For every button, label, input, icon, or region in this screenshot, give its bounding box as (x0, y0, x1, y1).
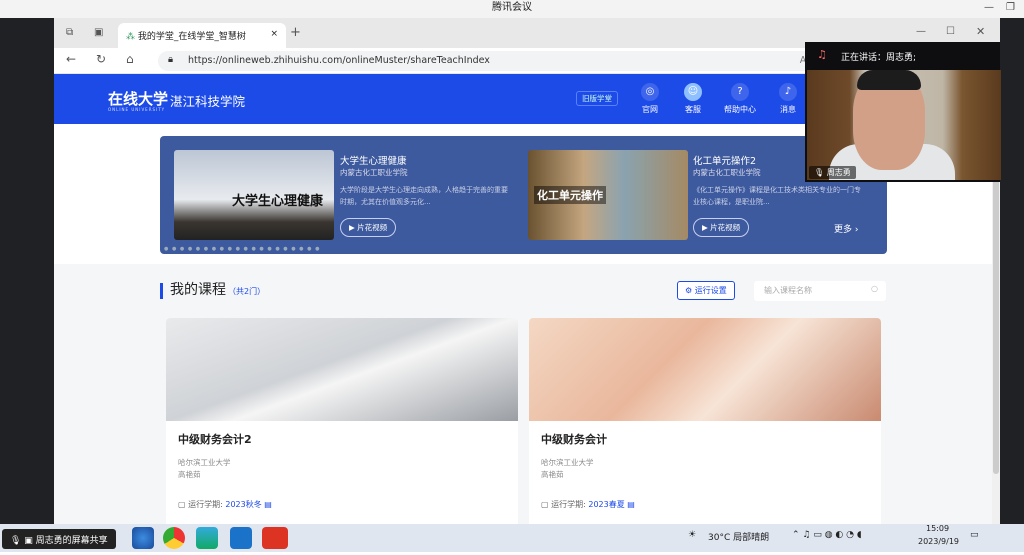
speaking-mic-icon: ♫ (817, 48, 827, 61)
edge-icon[interactable] (196, 527, 218, 549)
search-icon[interactable]: ○ (871, 284, 878, 293)
tab-actions-icon[interactable]: ▣ (94, 27, 103, 38)
course-university: 哈尔滨工业大学 (541, 458, 594, 467)
course-title[interactable]: 中级财务会计 (541, 431, 607, 447)
trailer-button[interactable]: ▶ 片花视频 (693, 218, 750, 237)
app-title: 腾讯会议 (492, 2, 532, 13)
course-title[interactable]: 中级财务会计2 (178, 431, 252, 447)
banner-desc: 大学阶段是大学生心理走向成熟，人格趋于完善的重要时期，尤其在价值观多元化... (340, 186, 508, 206)
list-icon[interactable]: ▤ (264, 500, 272, 509)
close-tab-icon[interactable]: × (270, 29, 278, 39)
help-icon: ? (731, 83, 749, 101)
restore-icon[interactable]: ❐ (1006, 0, 1015, 16)
school-name: 湛江科技学院 (170, 94, 246, 109)
banner-image-psychology[interactable]: 大学生心理健康 (174, 150, 334, 240)
right-frame (1000, 18, 1024, 536)
screen-share-label[interactable]: 🎙︎ ▣ 周志勇的屏幕共享 (2, 529, 116, 549)
logo-subtitle: ONLINE UNIVERSITY (108, 107, 166, 112)
banner-image-chem[interactable]: 化工单元操作 (528, 150, 688, 240)
list-icon[interactable]: ▤ (627, 500, 635, 509)
person-hair (857, 70, 921, 90)
site-logo[interactable]: 在线大学 (108, 88, 168, 109)
banner-school: 内蒙古化工职业学院 (340, 168, 408, 177)
course-teacher: 高艳茹 (541, 470, 564, 479)
browser-minimize-icon[interactable]: — (916, 26, 926, 37)
browser-maximize-icon[interactable]: ☐ (946, 26, 955, 37)
more-link[interactable]: 更多 › (834, 222, 858, 235)
participant-name: 🎙︎ 周志勇 (809, 166, 856, 179)
calendar-icon: ▢ (541, 500, 549, 509)
weather-icon: ☀ (688, 530, 697, 540)
meeting-titlebar: 腾讯会议 — ❐ (0, 0, 1024, 18)
tab-active[interactable]: ⁂ 我的学堂_在线学堂_智慧树 × (118, 23, 286, 48)
carousel-dots[interactable]: ● ● ● ● ● ● ● ● ● ● ● ● ● ● ● ● ● ● ● ● (164, 246, 320, 252)
weather-text[interactable]: 30°C 局部晴朗 (708, 530, 769, 543)
speaker-video[interactable]: ♫ 正在讲话：周志勇; 🎙︎ 周志勇 (805, 42, 1001, 182)
nav-help[interactable]: ? 帮助中心 (722, 83, 758, 115)
featured-banner: 大学生心理健康 大学生心理健康 内蒙古化工职业学院 大学阶段是大学生心理走向成熟… (160, 136, 887, 254)
site-icon: ⁂ (126, 32, 135, 42)
course-term: ▢ 运行学期: 2023秋冬 ▤ (178, 500, 272, 509)
run-settings-button[interactable]: ⚙ 运行设置 (677, 281, 735, 300)
refresh-icon[interactable]: ↻ (96, 52, 106, 66)
back-icon[interactable]: ← (66, 52, 76, 66)
course-university: 哈尔滨工业大学 (178, 458, 231, 467)
video-feed (807, 70, 1001, 180)
pdf-icon[interactable] (262, 527, 288, 549)
banner-title[interactable]: 化工单元操作2 (693, 153, 756, 167)
workspaces-icon[interactable]: ⧉ (66, 27, 73, 38)
course-search-input[interactable]: 输入课程名称 ○ (754, 281, 886, 301)
nav-message[interactable]: ♪ 消息 (770, 83, 806, 115)
nav-service[interactable]: ☺ 客服 (675, 83, 711, 115)
app-icon[interactable] (132, 527, 154, 549)
old-version-button[interactable]: 旧版学堂 (576, 91, 618, 106)
lock-icon: 🔒︎ (168, 54, 174, 65)
banner-title[interactable]: 大学生心理健康 (340, 153, 407, 167)
bell-icon: ♪ (779, 83, 797, 101)
browser-close-icon[interactable]: ✕ (976, 25, 985, 38)
banner-school: 内蒙古化工职业学院 (693, 168, 761, 177)
address-bar[interactable]: 🔒︎ https://onlineweb.zhihuishu.com/onlin… (158, 51, 818, 71)
course-count: （共2门） (228, 287, 266, 296)
course-teacher: 高艳茹 (178, 470, 201, 479)
home-icon[interactable]: ⌂ (126, 52, 134, 66)
clock-time[interactable]: 15:09 (926, 524, 949, 533)
chrome-icon[interactable] (163, 527, 185, 549)
user-icon: ☺ (684, 83, 702, 101)
nav-official[interactable]: ◎ 官网 (632, 83, 668, 115)
section-title: 我的课程 （共2门） (160, 283, 265, 299)
minimize-icon[interactable]: — (984, 0, 994, 16)
clock-date[interactable]: 2023/9/19 (918, 537, 959, 546)
meeting-app-icon[interactable] (230, 527, 252, 549)
tray-icons[interactable]: ⌃ ♫ ▭ ◍ ◐ ◔ ◖ (792, 530, 862, 540)
course-image (166, 318, 518, 421)
banner-desc: 《化工单元操作》课程是化工技术类相关专业的一门专业核心课程，是职业院... (693, 186, 861, 206)
course-card[interactable]: 中级财务会计 哈尔滨工业大学 高艳茹 ▢ 运行学期: 2023春夏 ▤ (529, 318, 881, 524)
speaking-status: 正在讲话：周志勇; (841, 53, 917, 63)
globe-icon: ◎ (641, 83, 659, 101)
trailer-button[interactable]: ▶ 片花视频 (340, 218, 397, 237)
course-card[interactable]: 中级财务会计2 哈尔滨工业大学 高艳茹 ▢ 运行学期: 2023秋冬 ▤ (166, 318, 518, 524)
url-text: https://onlineweb.zhihuishu.com/onlineMu… (188, 55, 490, 66)
course-image (529, 318, 881, 421)
notification-icon[interactable]: ▭ (970, 530, 979, 540)
left-frame (0, 18, 54, 536)
calendar-icon: ▢ (178, 500, 186, 509)
new-tab-button[interactable]: + (290, 25, 301, 40)
course-term: ▢ 运行学期: 2023春夏 ▤ (541, 500, 635, 509)
tab-title: 我的学堂_在线学堂_智慧树 (137, 32, 246, 42)
